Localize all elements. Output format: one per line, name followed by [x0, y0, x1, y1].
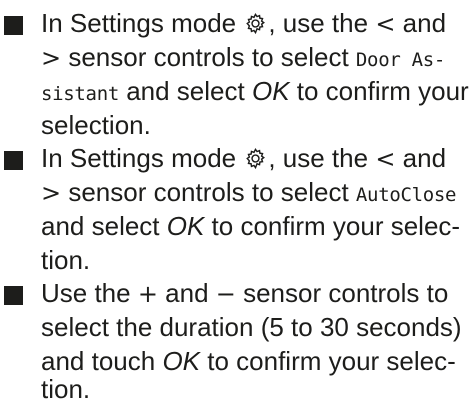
text-line: select the duration (5 to 30 seconds) [41, 312, 462, 342]
text-line: > sensor controls to select Door As- [41, 42, 446, 72]
text-line: tion. [41, 374, 91, 404]
gear-icon [246, 148, 266, 170]
square-bullet-icon [4, 151, 23, 170]
text-line: tion. [41, 245, 91, 275]
text-line: and touch OK to confirm your selec- [41, 346, 456, 376]
display-text: Door As- [355, 49, 446, 71]
display-text: AutoClose [355, 184, 457, 206]
text-line: Use the + and − sensor controls to [41, 278, 449, 308]
gear-icon [246, 13, 266, 35]
text-line: In Settings mode , use the < and [41, 143, 447, 173]
square-bullet-icon [4, 16, 23, 35]
text-line: selection. [41, 110, 151, 140]
display-text: sistant [41, 83, 119, 105]
text-line: and select OK to confirm your selec- [41, 211, 461, 241]
square-bullet-icon [4, 286, 23, 305]
text-line: sistant and select OK to confirm your [41, 76, 469, 106]
text-line: > sensor controls to select AutoClose [41, 177, 457, 207]
text-line: In Settings mode , use the < and [41, 8, 447, 38]
